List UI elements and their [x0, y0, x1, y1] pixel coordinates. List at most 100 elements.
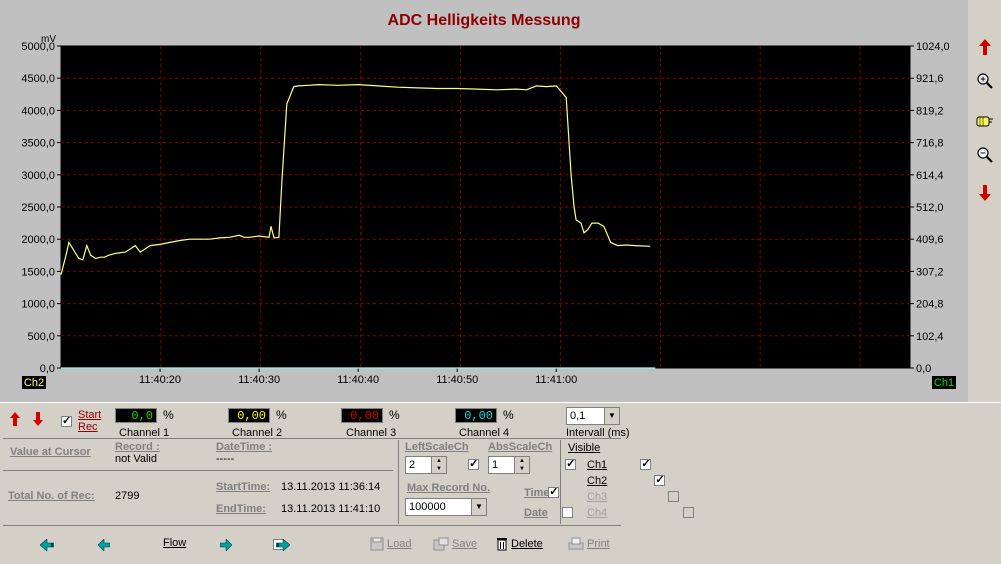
max-record-label: Max Record No. — [407, 482, 491, 494]
next-record-icon[interactable] — [219, 538, 233, 554]
time-checkbox[interactable] — [548, 485, 560, 498]
hand-pointer-icon[interactable] — [976, 112, 994, 130]
load-button[interactable]: Load — [370, 537, 411, 551]
chevron-down-icon[interactable]: ▼ — [604, 408, 619, 424]
last-record-icon[interactable] — [275, 538, 291, 554]
right-tick-label: 1024,0 — [916, 41, 950, 53]
left-scale-label: LeftScaleCh — [405, 441, 469, 453]
chart-plot[interactable]: 0,0 0,0 500,0 102,4 1000,0 204,8 1500,0 307,2 20… — [0, 0, 968, 402]
spin-up-icon[interactable]: ▲ — [515, 457, 529, 465]
spin-buttons[interactable]: ▲ ▼ — [514, 457, 529, 473]
ch3-visible-checkbox[interactable] — [668, 491, 680, 502]
scroll-down-arrow-icon[interactable] — [33, 412, 43, 429]
save-button[interactable]: Save — [433, 537, 477, 551]
right-tick-label: 204,8 — [916, 299, 944, 311]
divider — [3, 525, 621, 526]
start-time-label: StartTime: — [216, 481, 271, 493]
right-tick-label: 102,4 — [916, 331, 944, 343]
x-tick-label: 11:40:50 — [436, 374, 478, 386]
right-tick-label: 819,2 — [916, 105, 944, 117]
total-records-label: Total No. of Rec: — [8, 490, 95, 502]
save-label: Save — [452, 538, 478, 550]
datetime-label: DateTime : — [216, 441, 273, 453]
ch2-visible-checkbox[interactable] — [654, 473, 666, 486]
left-tick-label: 2000,0 — [21, 234, 55, 246]
start-rec-line1: Start — [78, 409, 102, 421]
value-at-cursor-label: Value at Cursor — [10, 446, 91, 458]
visible-label: Visible — [568, 442, 601, 454]
divider — [3, 470, 393, 471]
print-label: Print — [587, 538, 610, 550]
previous-record-icon[interactable] — [97, 538, 111, 554]
x-tick-label: 11:40:20 — [139, 374, 181, 386]
max-record-value: 100000 — [409, 501, 446, 513]
ch4-visible-checkbox[interactable] — [682, 507, 694, 518]
right-tick-label: 921,6 — [916, 73, 944, 85]
channel-3-value: 0,00 — [341, 408, 383, 423]
left-tick-label: 0,0 — [40, 363, 55, 375]
left-tick-label: 1000,0 — [21, 299, 55, 311]
save-icon — [433, 537, 449, 551]
spin-up-icon[interactable]: ▲ — [432, 457, 446, 465]
divider — [398, 440, 399, 524]
abs-scale-checkbox[interactable] — [565, 457, 577, 470]
interval-value: 0,1 — [570, 410, 586, 422]
interval-select[interactable]: 0,1 ▼ — [566, 407, 620, 425]
ch1-axis-tag: Ch1 — [934, 377, 954, 389]
start-rec-link[interactable]: Start Rec — [78, 409, 101, 433]
chevron-down-icon[interactable]: ▼ — [471, 499, 486, 515]
delete-label: Delete — [511, 538, 543, 550]
ch3-visible-label: Ch3 — [587, 491, 608, 503]
right-tick-label: 0,0 — [916, 363, 931, 375]
channel-3-percent: % — [389, 408, 400, 422]
abs-scale-label: AbsScaleCh — [488, 441, 553, 453]
left-scale-value: 2 — [409, 459, 416, 471]
arrow-up-icon[interactable] — [976, 38, 994, 56]
max-record-select[interactable]: 100000 ▼ — [405, 498, 487, 516]
left-unit-label: mV — [41, 34, 56, 45]
ch4-visible-label: Ch4 — [587, 507, 608, 519]
zoom-in-icon[interactable] — [976, 72, 994, 90]
spin-down-icon[interactable]: ▼ — [432, 465, 446, 473]
right-tick-label: 614,4 — [916, 170, 944, 182]
right-tick-label: 307,2 — [916, 266, 944, 278]
spin-buttons[interactable]: ▲ ▼ — [431, 457, 446, 473]
left-scale-spinner[interactable]: 2 ▲ ▼ — [405, 456, 447, 474]
left-tick-label: 3500,0 — [21, 138, 55, 150]
abs-scale-spinner[interactable]: 1 ▲ ▼ — [488, 456, 530, 474]
channel-4-value: 0,00 — [455, 408, 497, 423]
channel-1-percent: % — [163, 408, 174, 422]
time-label: Time — [524, 487, 550, 499]
ch1-visible-checkbox[interactable] — [640, 457, 652, 470]
ch2-visible-label: Ch2 — [587, 475, 608, 487]
left-tick-label: 1500,0 — [21, 266, 55, 278]
start-time-value: 13.11.2013 11:36:14 — [281, 481, 381, 493]
right-tick-label: 716,8 — [916, 138, 944, 150]
left-tick-label: 3000,0 — [21, 170, 55, 182]
left-tick-label: 4500,0 — [21, 73, 55, 85]
divider — [3, 438, 621, 439]
scroll-up-arrow-icon[interactable] — [10, 412, 20, 429]
first-record-icon[interactable] — [39, 538, 55, 554]
x-tick-label: 11:41:00 — [535, 374, 577, 386]
date-checkbox[interactable] — [562, 507, 574, 518]
print-button[interactable]: Print — [568, 537, 610, 551]
channel-1-value: 0,0 — [115, 408, 157, 423]
left-scale-checkbox[interactable] — [468, 457, 480, 470]
spin-down-icon[interactable]: ▼ — [515, 465, 529, 473]
right-toolbar — [968, 0, 1001, 402]
trash-icon — [497, 538, 507, 551]
delete-button[interactable]: Delete — [496, 537, 543, 551]
divider — [560, 440, 561, 524]
arrow-down-icon[interactable] — [976, 184, 994, 202]
channel-4-percent: % — [503, 408, 514, 422]
zoom-out-icon[interactable] — [976, 146, 994, 164]
flow-label: Flow — [163, 537, 187, 549]
end-time-label: EndTime: — [216, 503, 266, 515]
floppy-icon — [370, 537, 384, 551]
record-label: Record : — [115, 441, 160, 453]
start-rec-checkbox[interactable] — [61, 414, 72, 427]
channel-2-percent: % — [276, 408, 287, 422]
start-rec-line2: Rec — [78, 421, 98, 433]
ch2-axis-tag: Ch2 — [24, 377, 44, 389]
